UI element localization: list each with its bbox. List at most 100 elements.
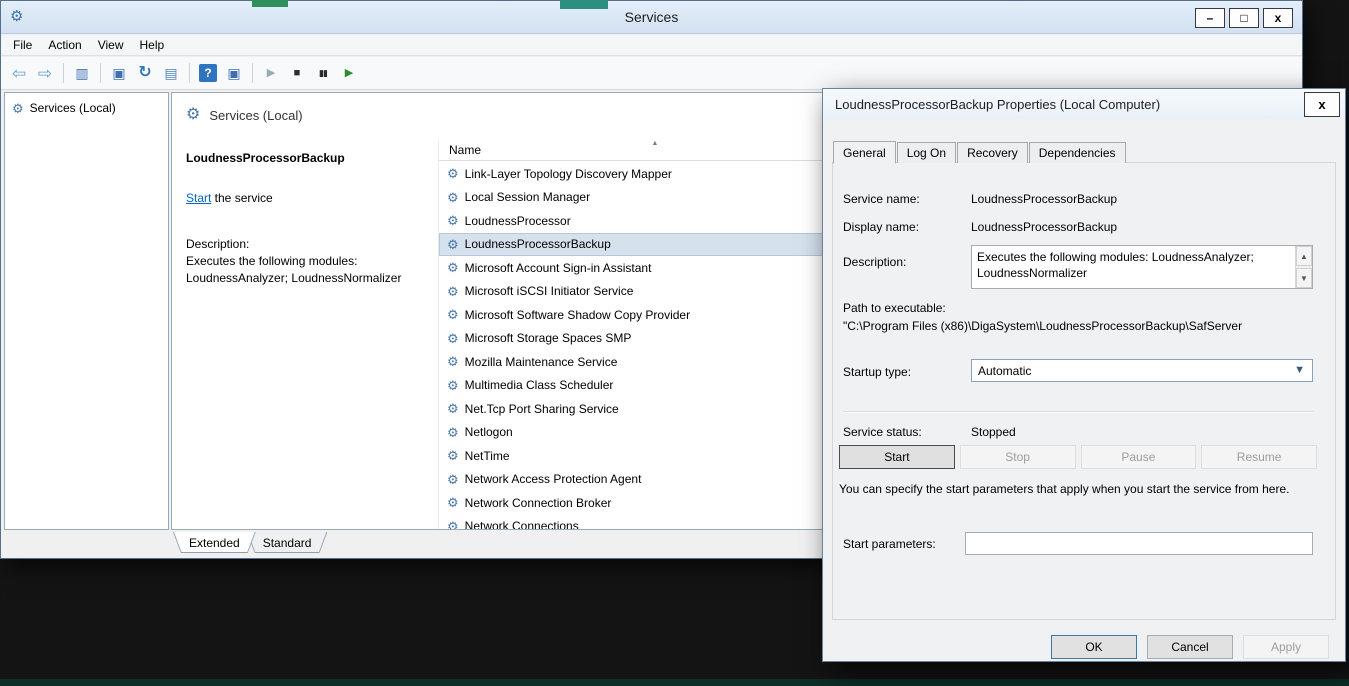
service-control-button[interactable]: Stop bbox=[960, 445, 1076, 469]
dialog-footer-button[interactable]: OK bbox=[1051, 635, 1137, 659]
service-row[interactable]: ⚙ Mozilla Maintenance Service bbox=[439, 350, 871, 374]
service-row[interactable]: ⚙ Local Session Manager bbox=[439, 186, 871, 210]
divider bbox=[843, 411, 1313, 413]
menu-item[interactable]: Help bbox=[132, 35, 173, 55]
start-parameters-input[interactable] bbox=[965, 532, 1313, 555]
pause-icon[interactable]: ▮▮ bbox=[311, 61, 335, 85]
service-row-label: Net.Tcp Port Sharing Service bbox=[465, 402, 619, 416]
service-row-label: Microsoft Account Sign-in Assistant bbox=[465, 261, 652, 275]
service-gear-icon: ⚙ bbox=[447, 496, 459, 509]
service-row[interactable]: ⚙ Multimedia Class Scheduler bbox=[439, 374, 871, 398]
service-control-button[interactable]: Resume bbox=[1201, 445, 1317, 469]
toolbar: ⇦ ⇨ ▥ ▣ ↻ ▤ ? ▣ ▶ ■ ▮▮ ▶ bbox=[1, 57, 1302, 90]
service-row-label: Microsoft iSCSI Initiator Service bbox=[465, 284, 634, 298]
service-row[interactable]: ⚙ Network Access Protection Agent bbox=[439, 468, 871, 492]
stop-icon[interactable]: ■ bbox=[285, 61, 309, 85]
service-row[interactable]: ⚙ NetTime bbox=[439, 444, 871, 468]
scroll-down-icon[interactable]: ▼ bbox=[1296, 268, 1312, 288]
dialog-footer-button[interactable]: Cancel bbox=[1147, 635, 1233, 659]
console-tree-icon[interactable]: ▥ bbox=[70, 61, 94, 85]
tree-item-services-local[interactable]: ⚙ Services (Local) bbox=[5, 98, 168, 118]
scroll-up-icon[interactable]: ▲ bbox=[1296, 246, 1312, 266]
desktop-icon-fragment bbox=[560, 0, 608, 9]
services-gear-icon: ⚙ bbox=[186, 107, 200, 123]
menu-item[interactable]: View bbox=[90, 35, 132, 55]
description-textarea[interactable]: Executes the following modules: Loudness… bbox=[971, 245, 1313, 289]
startup-type-select[interactable]: Automatic ▼ bbox=[971, 359, 1313, 382]
service-row[interactable]: ⚙ Microsoft Software Shadow Copy Provide… bbox=[439, 303, 871, 327]
properties-icon[interactable]: ▣ bbox=[107, 61, 131, 85]
window-title: Services bbox=[1, 9, 1302, 25]
console-tree-panel: ⚙ Services (Local) bbox=[4, 92, 169, 530]
service-row[interactable]: ⚙ Microsoft iSCSI Initiator Service bbox=[439, 280, 871, 304]
service-row[interactable]: ⚙ Net.Tcp Port Sharing Service bbox=[439, 397, 871, 421]
help-icon[interactable]: ? bbox=[199, 64, 217, 82]
service-gear-icon: ⚙ bbox=[447, 308, 459, 321]
restart-icon[interactable]: ▶ bbox=[337, 61, 361, 85]
service-row-label: NetTime bbox=[465, 449, 510, 463]
service-row-label: Link-Layer Topology Discovery Mapper bbox=[465, 167, 672, 181]
refresh-icon[interactable]: ↻ bbox=[133, 61, 157, 85]
service-row[interactable]: ⚙ LoudnessProcessor bbox=[439, 209, 871, 233]
forward-icon[interactable]: ⇨ bbox=[33, 61, 57, 85]
dialog-footer-button[interactable]: Apply bbox=[1243, 635, 1329, 659]
service-gear-icon: ⚙ bbox=[447, 191, 459, 204]
display-name-value: LoudnessProcessorBackup bbox=[971, 220, 1117, 234]
start-icon[interactable]: ▶ bbox=[259, 61, 283, 85]
service-gear-icon: ⚙ bbox=[447, 332, 459, 345]
dialog-close-button[interactable]: x bbox=[1304, 92, 1340, 117]
desktop: ⚙ Services – □ x FileActionViewHelp ⇦ ⇨ … bbox=[0, 0, 1349, 686]
service-gear-icon: ⚙ bbox=[447, 355, 459, 368]
service-gear-icon: ⚙ bbox=[447, 261, 459, 274]
dialog-footer-buttons: OK Cancel Apply bbox=[1051, 635, 1329, 659]
export-list-icon[interactable]: ▤ bbox=[159, 61, 183, 85]
dialog-tab[interactable]: Dependencies bbox=[1029, 142, 1126, 163]
service-gear-icon: ⚙ bbox=[447, 449, 459, 462]
description-label: Description: bbox=[843, 255, 906, 269]
dialog-tabs: GeneralLog OnRecoveryDependencies bbox=[833, 140, 1127, 163]
startup-type-value: Automatic bbox=[978, 364, 1031, 378]
dialog-tab[interactable]: Recovery bbox=[957, 142, 1028, 163]
selected-service-name: LoudnessProcessorBackup bbox=[186, 151, 431, 165]
desktop-icon-fragment bbox=[252, 0, 288, 7]
service-row[interactable]: ⚙ Netlogon bbox=[439, 421, 871, 445]
title-bar[interactable]: ⚙ Services – □ x bbox=[1, 1, 1302, 34]
service-row[interactable]: ⚙ Network Connection Broker bbox=[439, 491, 871, 515]
service-row[interactable]: ⚙ Link-Layer Topology Discovery Mapper bbox=[439, 162, 871, 186]
start-service-link[interactable]: Start bbox=[186, 191, 211, 205]
sort-ascending-icon: ▲ bbox=[652, 140, 659, 147]
menu-item[interactable]: Action bbox=[40, 35, 89, 55]
service-row[interactable]: ⚙ Network Connections bbox=[439, 515, 871, 530]
display-name-label: Display name: bbox=[843, 220, 919, 234]
dialog-title: LoudnessProcessorBackup Properties (Loca… bbox=[835, 97, 1160, 112]
start-parameters-label: Start parameters: bbox=[843, 537, 936, 551]
service-status-value: Stopped bbox=[971, 425, 1016, 439]
minimize-button[interactable]: – bbox=[1195, 8, 1225, 28]
pane-header-label: Services (Local) bbox=[209, 108, 302, 123]
service-row-label: LoudnessProcessorBackup bbox=[465, 237, 611, 251]
back-icon[interactable]: ⇦ bbox=[7, 61, 31, 85]
menu-item[interactable]: File bbox=[5, 35, 40, 55]
service-row[interactable]: ⚙ Microsoft Account Sign-in Assistant bbox=[439, 256, 871, 280]
service-control-buttons: StartStopPauseResume bbox=[839, 445, 1317, 469]
dialog-tab[interactable]: Log On bbox=[897, 142, 956, 163]
name-column-header[interactable]: ▲ Name bbox=[439, 139, 871, 161]
service-row-label: Netlogon bbox=[465, 425, 513, 439]
service-row-label: Network Access Protection Agent bbox=[465, 472, 642, 486]
service-control-button[interactable]: Start bbox=[839, 445, 955, 469]
service-row[interactable]: ⚙ Microsoft Storage Spaces SMP bbox=[439, 327, 871, 351]
help-window-icon[interactable]: ▣ bbox=[222, 61, 246, 85]
close-button[interactable]: x bbox=[1263, 8, 1293, 28]
dialog-title-bar[interactable]: LoudnessProcessorBackup Properties (Loca… bbox=[823, 89, 1345, 119]
service-row-label: Network Connections bbox=[465, 519, 579, 529]
service-row-label: LoudnessProcessor bbox=[465, 214, 571, 228]
dialog-tab[interactable]: General bbox=[833, 141, 896, 164]
toolbar-separator bbox=[100, 63, 101, 83]
maximize-button[interactable]: □ bbox=[1229, 8, 1259, 28]
scrollbar[interactable]: ▲ ▼ bbox=[1295, 246, 1312, 288]
view-tab[interactable]: Extended bbox=[173, 532, 256, 553]
view-tab[interactable]: Standard bbox=[247, 532, 328, 553]
service-control-button[interactable]: Pause bbox=[1081, 445, 1197, 469]
service-row[interactable]: ⚙ LoudnessProcessorBackup bbox=[439, 233, 871, 257]
service-row-label: Local Session Manager bbox=[465, 190, 590, 204]
